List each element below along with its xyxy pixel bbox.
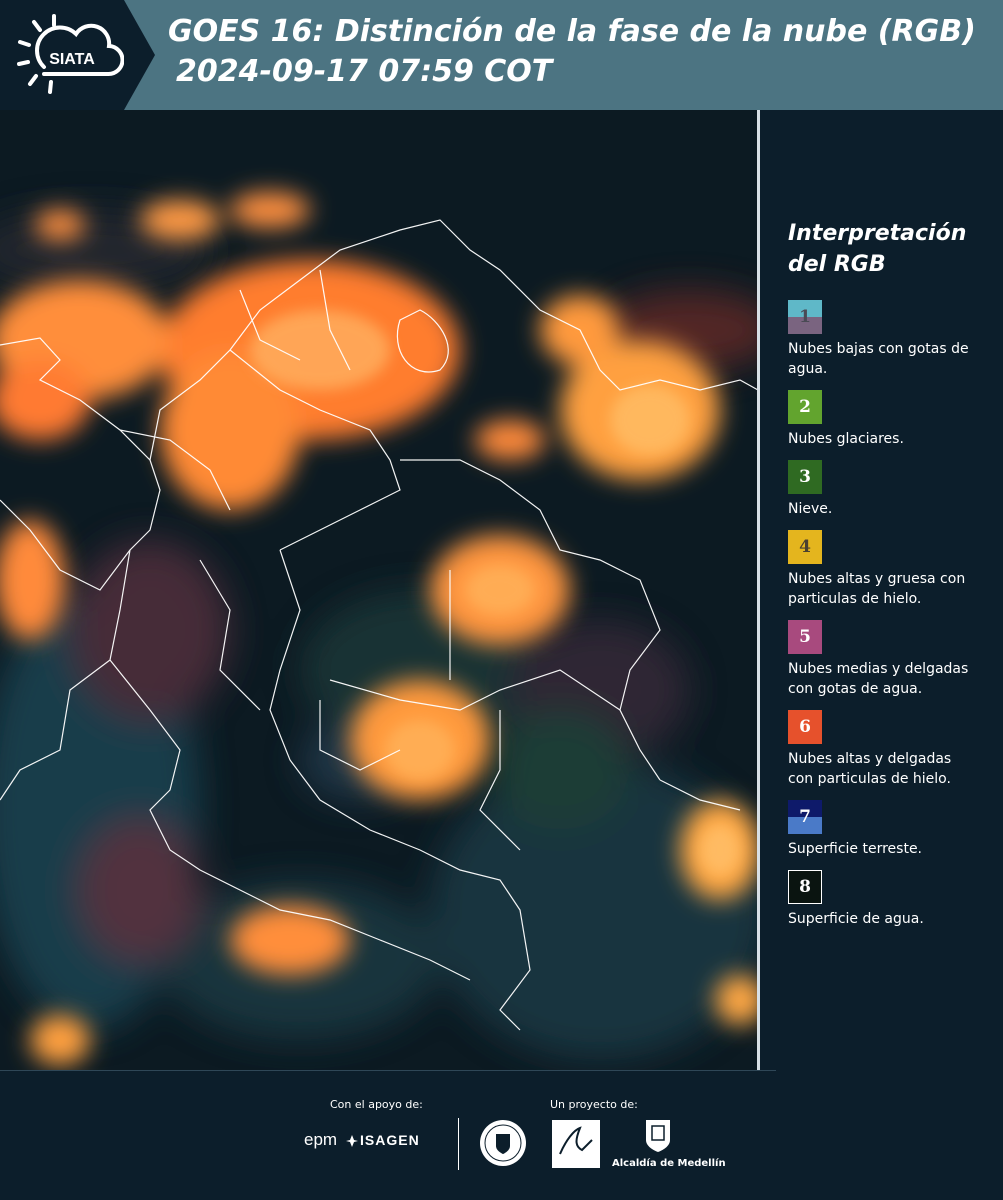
legend-item-2: 2 Nubes glaciares. — [788, 390, 998, 449]
legend-label: Nubes medias y delgadas con gotas de agu… — [788, 661, 969, 697]
legend-panel: Interpretación del RGB 1 Nubes bajas con… — [788, 218, 998, 929]
logo-block: SIATA — [0, 0, 155, 110]
legend-label: Superficie terreste. — [788, 841, 923, 857]
legend-label: Nubes glaciares. — [788, 431, 904, 447]
legend-number: 7 — [799, 807, 811, 827]
legend-title: Interpretación del RGB — [788, 218, 998, 280]
footer-separator — [458, 1118, 459, 1170]
header-bar: SIATA GOES 16: Distinción de la fase de … — [0, 0, 1003, 110]
legend-label: Nubes bajas con gotas de agua. — [788, 341, 969, 377]
legend-item-4: 4 Nubes altas y gruesa con particulas de… — [788, 530, 998, 609]
map-divider — [757, 110, 760, 1070]
epm-logo: epm — [304, 1130, 338, 1149]
legend-swatch-7: 7 — [788, 800, 822, 834]
legend-swatch-6: 6 — [788, 710, 822, 744]
siata-logo-icon: SIATA — [17, 14, 124, 94]
legend-swatch-8: 8 — [788, 870, 822, 904]
legend-number: 4 — [799, 537, 811, 557]
project-label: Un proyecto de: — [550, 1098, 638, 1111]
legend-title-line1: Interpretación — [788, 221, 967, 246]
medellin-shield-icon — [646, 1120, 670, 1152]
legend-swatch-3: 3 — [788, 460, 822, 494]
legend-number: 1 — [799, 307, 811, 327]
medellin-label: Alcaldía de Medellín — [612, 1158, 726, 1169]
legend-label: Superficie de agua. — [788, 911, 924, 927]
logo-text: SIATA — [49, 51, 95, 68]
legend-label: Nieve. — [788, 501, 833, 517]
legend-swatch-5: 5 — [788, 620, 822, 654]
satellite-map — [0, 110, 760, 1070]
legend-number: 3 — [799, 467, 811, 487]
legend-item-6: 6 Nubes altas y delgadas con particulas … — [788, 710, 998, 789]
page-title: GOES 16: Distinción de la fase de la nub… — [168, 14, 976, 49]
legend-item-8: 8 Superficie de agua. — [788, 870, 998, 929]
legend-number: 5 — [799, 627, 811, 647]
support-label: Con el apoyo de: — [330, 1098, 423, 1111]
legend-swatch-1: 1 — [788, 300, 822, 334]
legend-item-5: 5 Nubes medias y delgadas con gotas de a… — [788, 620, 998, 699]
legend-number: 6 — [799, 717, 811, 737]
isagen-logo: ISAGEN — [360, 1132, 420, 1148]
seal-icon — [480, 1120, 526, 1166]
isagen-logo-icon — [346, 1135, 358, 1147]
legend-swatch-2: 2 — [788, 390, 822, 424]
legend-swatch-4: 4 — [788, 530, 822, 564]
legend-title-line2: del RGB — [788, 252, 886, 277]
legend-item-1: 1 Nubes bajas con gotas de agua. — [788, 300, 998, 379]
page-timestamp: 2024-09-17 07:59 COT — [176, 54, 553, 89]
legend-item-7: 7 Superficie terreste. — [788, 800, 998, 859]
legend-number: 8 — [799, 877, 811, 897]
amva-logo-icon — [552, 1120, 600, 1168]
satellite-image — [0, 110, 760, 1070]
legend-label: Nubes altas y delgadas con particulas de… — [788, 751, 952, 787]
footer: Con el apoyo de: Un proyecto de: epm ISA… — [0, 1070, 1003, 1200]
footer-divider — [0, 1070, 776, 1071]
legend-label: Nubes altas y gruesa con particulas de h… — [788, 571, 966, 607]
legend-number: 2 — [799, 397, 811, 417]
legend-item-3: 3 Nieve. — [788, 460, 998, 519]
